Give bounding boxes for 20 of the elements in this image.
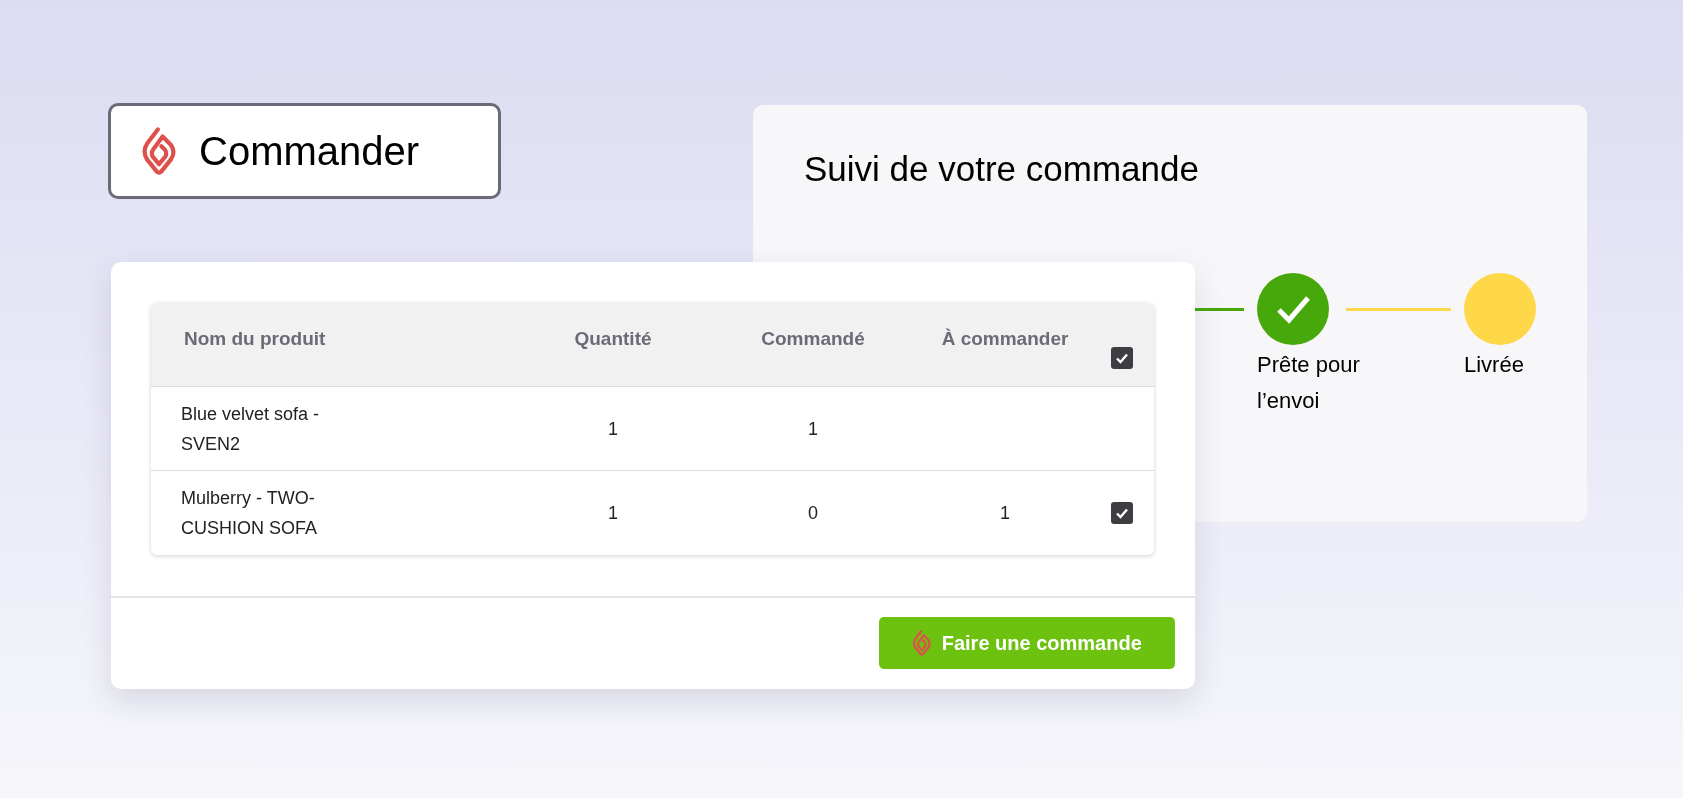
column-header: À commander bbox=[941, 328, 1069, 349]
column-header: Quantité bbox=[574, 328, 652, 349]
table-cell: 1 bbox=[608, 503, 618, 523]
logo-icon bbox=[912, 630, 932, 656]
step-label: Livrée bbox=[1464, 351, 1525, 379]
connector-line bbox=[1193, 308, 1244, 311]
table-cell: 1 bbox=[608, 418, 618, 439]
logo-icon bbox=[141, 127, 177, 175]
table-cell: 1 bbox=[1000, 503, 1010, 523]
tracking-title: Suivi de votre commande bbox=[804, 148, 1199, 190]
table-cell: 0 bbox=[808, 503, 818, 523]
column-header: Nom du produit bbox=[184, 328, 326, 349]
checkbox[interactable] bbox=[1111, 347, 1133, 369]
table-cell: Blue velvet sofa - SVEN2 bbox=[181, 403, 320, 454]
checkbox[interactable] bbox=[1111, 502, 1133, 524]
order-button[interactable]: Commander bbox=[108, 103, 501, 199]
table-cell: Mulberry - TWO-CUSHION SOFA bbox=[181, 488, 318, 538]
table-cell: 1 bbox=[808, 418, 818, 439]
column-header: Commandé bbox=[761, 328, 865, 349]
step-label: Prête pour l’envoi bbox=[1257, 351, 1361, 415]
